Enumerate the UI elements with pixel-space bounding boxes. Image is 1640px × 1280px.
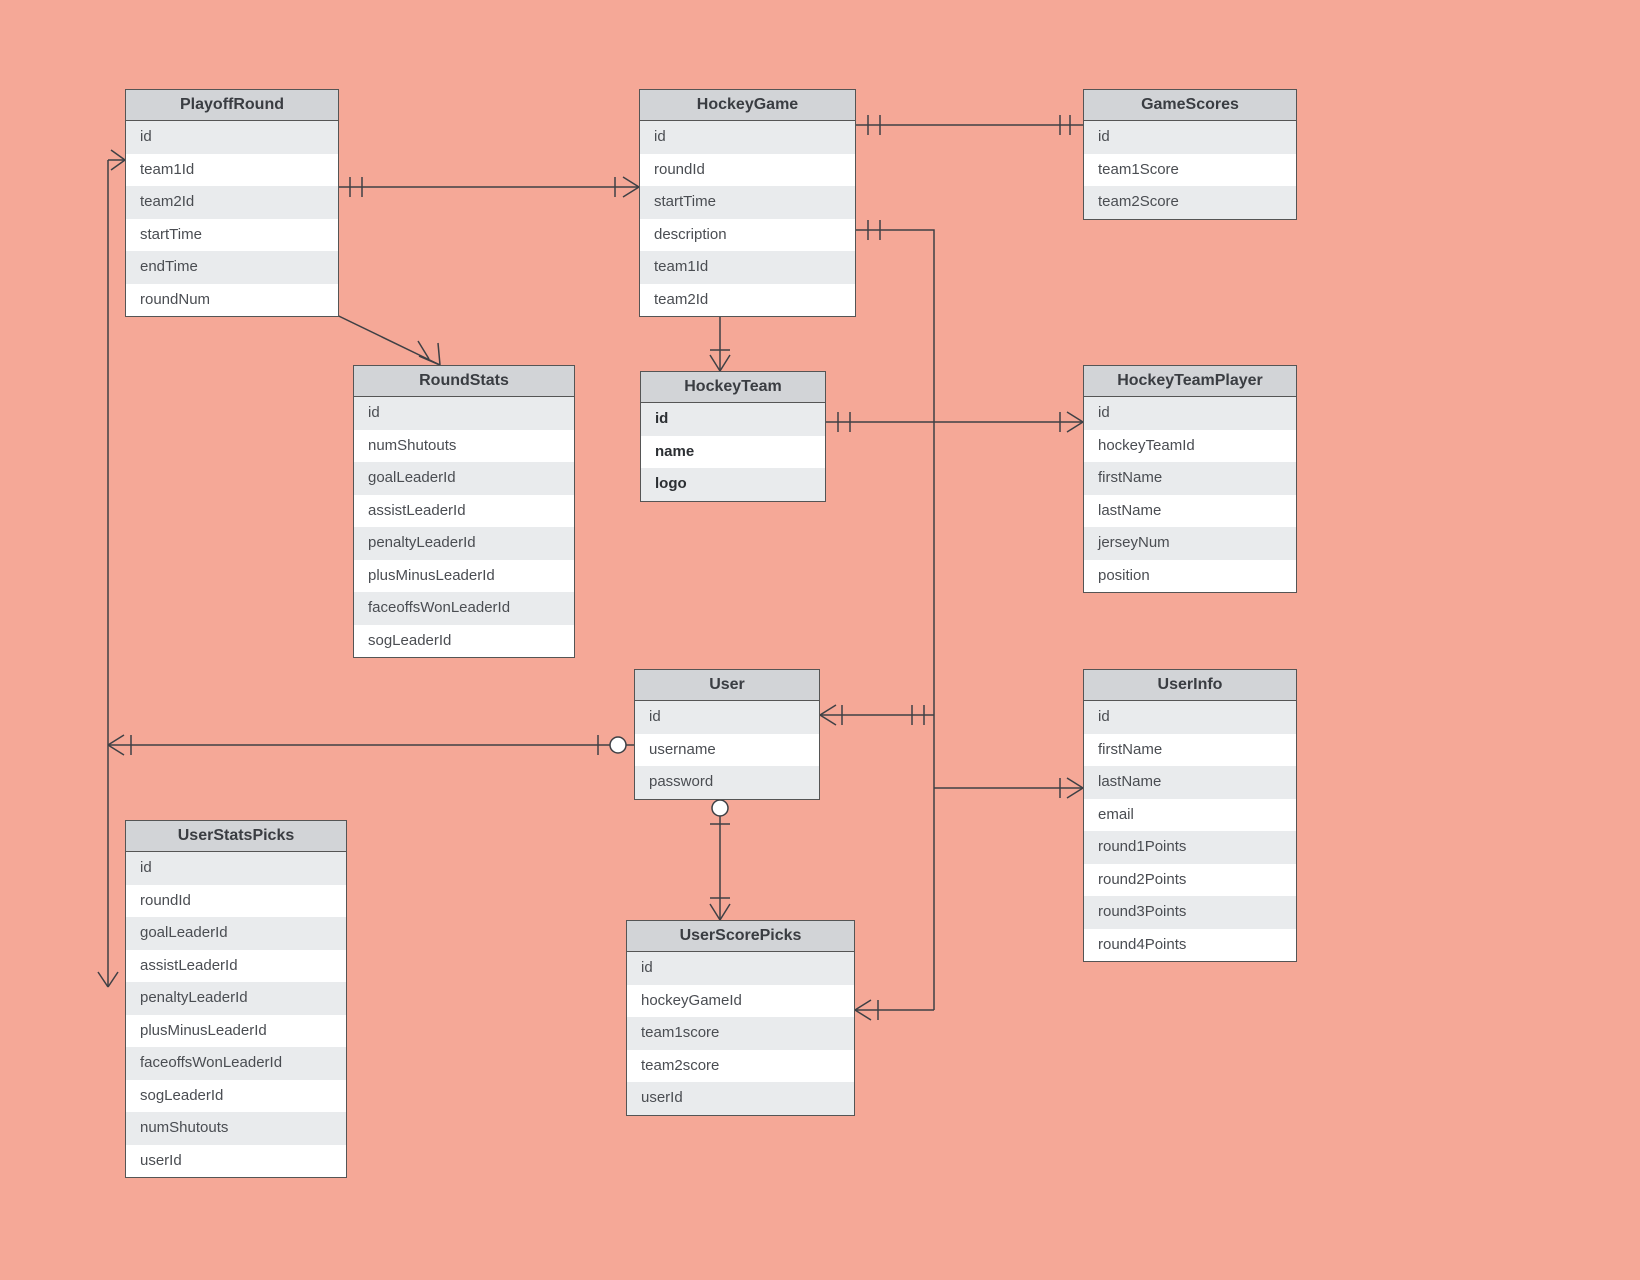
field: team1Score xyxy=(1084,154,1296,187)
entity-title: RoundStats xyxy=(354,366,574,397)
field: id xyxy=(1084,397,1296,430)
field: penaltyLeaderId xyxy=(126,982,346,1015)
field: userId xyxy=(627,1082,854,1115)
entity-body: id firstName lastName email round1Points… xyxy=(1084,701,1296,961)
field: penaltyLeaderId xyxy=(354,527,574,560)
field: id xyxy=(627,952,854,985)
field: roundId xyxy=(126,885,346,918)
field: team2Id xyxy=(640,284,855,317)
field: username xyxy=(635,734,819,767)
field: description xyxy=(640,219,855,252)
field: roundId xyxy=(640,154,855,187)
field: id xyxy=(635,701,819,734)
field: plusMinusLeaderId xyxy=(354,560,574,593)
field: jerseyNum xyxy=(1084,527,1296,560)
field: roundNum xyxy=(126,284,338,317)
field: team2Id xyxy=(126,186,338,219)
field: plusMinusLeaderId xyxy=(126,1015,346,1048)
entity-RoundStats: RoundStats id numShutouts goalLeaderId a… xyxy=(353,365,575,658)
field: goalLeaderId xyxy=(354,462,574,495)
field: logo xyxy=(641,468,825,501)
entity-title: HockeyTeam xyxy=(641,372,825,403)
field: assistLeaderId xyxy=(354,495,574,528)
entity-body: id team1Score team2Score xyxy=(1084,121,1296,219)
field: team2score xyxy=(627,1050,854,1083)
field: team1score xyxy=(627,1017,854,1050)
field: numShutouts xyxy=(126,1112,346,1145)
field: faceoffsWonLeaderId xyxy=(354,592,574,625)
field: id xyxy=(1084,121,1296,154)
field: hockeyGameId xyxy=(627,985,854,1018)
entity-title: GameScores xyxy=(1084,90,1296,121)
entity-body: id roundId goalLeaderId assistLeaderId p… xyxy=(126,852,346,1177)
field: password xyxy=(635,766,819,799)
field: numShutouts xyxy=(354,430,574,463)
field: userId xyxy=(126,1145,346,1178)
entity-UserScorePicks: UserScorePicks id hockeyGameId team1scor… xyxy=(626,920,855,1116)
field: round1Points xyxy=(1084,831,1296,864)
entity-HockeyTeamPlayer: HockeyTeamPlayer id hockeyTeamId firstNa… xyxy=(1083,365,1297,593)
field: id xyxy=(640,121,855,154)
field: faceoffsWonLeaderId xyxy=(126,1047,346,1080)
field: sogLeaderId xyxy=(354,625,574,658)
entity-body: id hockeyGameId team1score team2score us… xyxy=(627,952,854,1115)
field: firstName xyxy=(1084,462,1296,495)
field: id xyxy=(354,397,574,430)
entity-title: UserStatsPicks xyxy=(126,821,346,852)
field: team1Id xyxy=(126,154,338,187)
entity-body: id roundId startTime description team1Id… xyxy=(640,121,855,316)
field: lastName xyxy=(1084,495,1296,528)
field: round4Points xyxy=(1084,929,1296,962)
entity-User: User id username password xyxy=(634,669,820,800)
field: startTime xyxy=(126,219,338,252)
field: round2Points xyxy=(1084,864,1296,897)
field: id xyxy=(126,121,338,154)
entity-title: UserScorePicks xyxy=(627,921,854,952)
field: id xyxy=(126,852,346,885)
field: team1Id xyxy=(640,251,855,284)
entity-title: HockeyTeamPlayer xyxy=(1084,366,1296,397)
entity-title: User xyxy=(635,670,819,701)
field: round3Points xyxy=(1084,896,1296,929)
entity-GameScores: GameScores id team1Score team2Score xyxy=(1083,89,1297,220)
field: hockeyTeamId xyxy=(1084,430,1296,463)
field: name xyxy=(641,436,825,469)
field: email xyxy=(1084,799,1296,832)
entity-HockeyTeam: HockeyTeam id name logo xyxy=(640,371,826,502)
field: goalLeaderId xyxy=(126,917,346,950)
field: id xyxy=(641,403,825,436)
entity-body: id team1Id team2Id startTime endTime rou… xyxy=(126,121,338,316)
field: id xyxy=(1084,701,1296,734)
entity-body: id hockeyTeamId firstName lastName jerse… xyxy=(1084,397,1296,592)
entity-UserInfo: UserInfo id firstName lastName email rou… xyxy=(1083,669,1297,962)
field: team2Score xyxy=(1084,186,1296,219)
field: lastName xyxy=(1084,766,1296,799)
entity-title: HockeyGame xyxy=(640,90,855,121)
field: position xyxy=(1084,560,1296,593)
field: endTime xyxy=(126,251,338,284)
field: assistLeaderId xyxy=(126,950,346,983)
field: sogLeaderId xyxy=(126,1080,346,1113)
entity-body: id numShutouts goalLeaderId assistLeader… xyxy=(354,397,574,657)
entity-HockeyGame: HockeyGame id roundId startTime descript… xyxy=(639,89,856,317)
entity-title: PlayoffRound xyxy=(126,90,338,121)
entity-body: id username password xyxy=(635,701,819,799)
entity-title: UserInfo xyxy=(1084,670,1296,701)
entity-body: id name logo xyxy=(641,403,825,501)
entity-PlayoffRound: PlayoffRound id team1Id team2Id startTim… xyxy=(125,89,339,317)
field: startTime xyxy=(640,186,855,219)
field: firstName xyxy=(1084,734,1296,767)
entity-UserStatsPicks: UserStatsPicks id roundId goalLeaderId a… xyxy=(125,820,347,1178)
